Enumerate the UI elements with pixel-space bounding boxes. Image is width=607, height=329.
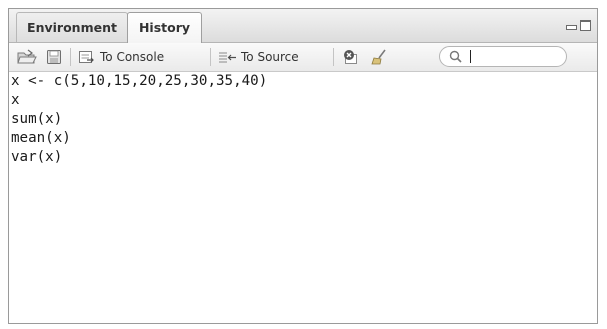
- to-console-button[interactable]: To Console: [78, 47, 164, 67]
- toolbar-separator: [70, 48, 71, 66]
- tab-history[interactable]: History: [127, 12, 202, 43]
- tab-environment-label: Environment: [27, 20, 117, 35]
- tab-history-label: History: [138, 20, 191, 35]
- search-icon: [449, 50, 463, 64]
- history-entry[interactable]: x: [11, 91, 597, 110]
- remove-entry-icon[interactable]: [342, 47, 362, 67]
- toolbar-separator: [210, 48, 211, 66]
- search-input[interactable]: [467, 48, 559, 65]
- history-entry[interactable]: sum(x): [11, 110, 597, 129]
- to-source-icon: [218, 50, 238, 65]
- history-entry[interactable]: var(x): [11, 148, 597, 167]
- to-source-label: To Source: [241, 50, 299, 64]
- history-pane: Environment History To Console To Source…: [8, 8, 598, 324]
- toolbar-separator: [333, 48, 334, 66]
- open-folder-icon[interactable]: [17, 47, 37, 67]
- history-toolbar: To Console To Source: [9, 43, 597, 72]
- history-search-box[interactable]: [439, 46, 567, 67]
- broom-icon[interactable]: [370, 47, 390, 67]
- history-entry[interactable]: mean(x): [11, 129, 597, 148]
- history-entry[interactable]: x <- c(5,10,15,20,25,30,35,40): [11, 72, 597, 91]
- to-console-icon: [78, 50, 96, 65]
- window-controls: [565, 20, 591, 31]
- history-list: x <- c(5,10,15,20,25,30,35,40) x sum(x) …: [11, 72, 597, 323]
- maximize-pane-icon[interactable]: [580, 20, 591, 31]
- to-source-button[interactable]: To Source: [218, 47, 299, 67]
- save-disk-icon[interactable]: [46, 47, 62, 67]
- minimize-pane-icon[interactable]: [565, 20, 578, 31]
- to-console-label: To Console: [100, 50, 165, 64]
- tab-environment[interactable]: Environment: [16, 12, 128, 42]
- pane-tab-bar: Environment History: [9, 9, 597, 43]
